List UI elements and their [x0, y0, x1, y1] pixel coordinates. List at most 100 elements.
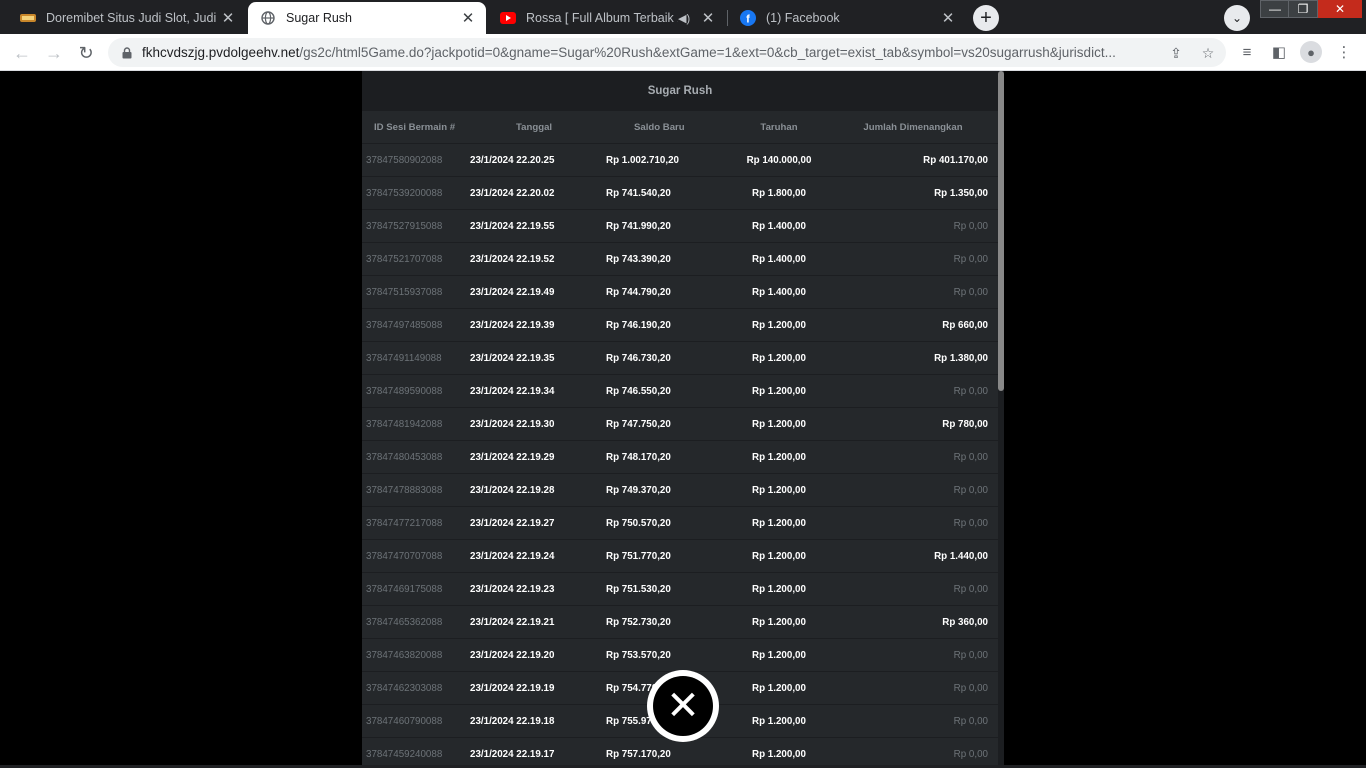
- table-row[interactable]: 37847480453088 23/1/2024 22.19.29 Rp 748.1…: [362, 441, 998, 474]
- table-row[interactable]: 37847491149088 23/1/2024 22.19.35 Rp 746.7…: [362, 342, 998, 375]
- restore-button[interactable]: ❐: [1288, 0, 1318, 18]
- new-balance-cell: Rp 746.190,20: [606, 319, 671, 331]
- session-id-cell: 37847491149088: [366, 352, 442, 364]
- table-row[interactable]: 37847521707088 23/1/2024 22.19.52 Rp 743.3…: [362, 243, 998, 276]
- win-amount-cell: Rp 1.350,00: [934, 187, 988, 199]
- table-row[interactable]: 37847489590088 23/1/2024 22.19.34 Rp 746.5…: [362, 375, 998, 408]
- scrollbar-thumb[interactable]: [998, 71, 1004, 391]
- session-id-cell: 37847477217088: [366, 517, 443, 529]
- lock-icon[interactable]: [120, 46, 134, 60]
- globe-icon: [260, 10, 276, 26]
- table-row[interactable]: 37847527915088 23/1/2024 22.19.55 Rp 741.9…: [362, 210, 998, 243]
- win-amount-cell: Rp 0,00: [953, 451, 988, 463]
- tab-title: Rossa [ Full Album Terbaik 20: [526, 11, 678, 25]
- table-row[interactable]: 37847465362088 23/1/2024 22.19.21 Rp 752.7…: [362, 606, 998, 639]
- menu-kebab-icon[interactable]: ⋮: [1334, 42, 1354, 62]
- tab-facebook[interactable]: f (1) Facebook ✕: [728, 2, 966, 34]
- profile-avatar[interactable]: ●: [1300, 41, 1322, 63]
- date-cell: 23/1/2024 22.19.21: [470, 616, 555, 628]
- forward-button[interactable]: →: [41, 40, 67, 66]
- session-id-cell: 37847480453088: [366, 451, 443, 463]
- table-row[interactable]: 37847497485088 23/1/2024 22.19.39 Rp 746.1…: [362, 309, 998, 342]
- new-balance-cell: Rp 749.370,20: [606, 484, 671, 496]
- bet-cell: Rp 1.200,00: [752, 319, 806, 331]
- new-balance-cell: Rp 748.170,20: [606, 451, 671, 463]
- date-cell: 23/1/2024 22.19.20: [470, 649, 555, 661]
- table-row[interactable]: 37847463820088 23/1/2024 22.19.20 Rp 753.5…: [362, 639, 998, 672]
- bet-cell: Rp 1.200,00: [752, 682, 806, 694]
- window-close-button[interactable]: ✕: [1318, 0, 1362, 18]
- address-bar[interactable]: fkhcvdszjg.pvdolgeehv.net/gs2c/html5Game…: [108, 38, 1226, 67]
- bookmark-star-icon[interactable]: ☆: [1199, 44, 1217, 62]
- tab-rossa-youtube[interactable]: Rossa [ Full Album Terbaik 20 ◀) ✕: [488, 2, 726, 34]
- new-balance-cell: Rp 741.540,20: [606, 187, 671, 199]
- table-row[interactable]: 37847459240088 23/1/2024 22.19.17 Rp 757.1…: [362, 738, 998, 768]
- new-balance-cell: Rp 752.730,20: [606, 616, 671, 628]
- table-row[interactable]: 37847580902088 23/1/2024 22.20.25 Rp 1.002…: [362, 144, 998, 177]
- bet-cell: Rp 1.200,00: [752, 484, 806, 496]
- new-balance-cell: Rp 746.730,20: [606, 352, 671, 364]
- win-amount-cell: Rp 0,00: [953, 220, 988, 232]
- table-header: ID Sesi Bermain # Tanggal Saldo Baru Tar…: [362, 111, 998, 144]
- minimize-button[interactable]: —: [1260, 0, 1290, 18]
- session-id-cell: 37847539200088: [366, 187, 443, 199]
- new-balance-cell: Rp 753.570,20: [606, 649, 671, 661]
- win-amount-cell: Rp 660,00: [942, 319, 988, 331]
- back-button[interactable]: ←: [9, 40, 35, 66]
- table-row[interactable]: 37847481942088 23/1/2024 22.19.30 Rp 747.7…: [362, 408, 998, 441]
- facebook-icon: f: [740, 10, 756, 26]
- reading-list-icon[interactable]: ≡: [1237, 42, 1257, 62]
- bet-cell: Rp 1.200,00: [752, 352, 806, 364]
- win-amount-cell: Rp 0,00: [953, 649, 988, 661]
- win-amount-cell: Rp 780,00: [942, 418, 988, 430]
- url-text[interactable]: fkhcvdszjg.pvdolgeehv.net/gs2c/html5Game…: [142, 45, 1157, 60]
- browser-toolbar: ← → ↻ fkhcvdszjg.pvdolgeehv.net/gs2c/htm…: [0, 34, 1366, 71]
- speaker-icon[interactable]: ◀): [678, 12, 692, 25]
- session-id-cell: 37847521707088: [366, 253, 443, 265]
- date-cell: 23/1/2024 22.19.30: [470, 418, 555, 430]
- bet-cell: Rp 1.200,00: [752, 748, 806, 760]
- close-icon[interactable]: ✕: [940, 10, 956, 27]
- table-row[interactable]: 37847515937088 23/1/2024 22.19.49 Rp 744.7…: [362, 276, 998, 309]
- table-row[interactable]: 37847478883088 23/1/2024 22.19.28 Rp 749.3…: [362, 474, 998, 507]
- tab-title: (1) Facebook: [766, 11, 840, 25]
- tab-search-button[interactable]: ⌄: [1224, 5, 1250, 31]
- close-icon[interactable]: ✕: [220, 10, 236, 27]
- session-id-cell: 37847462303088: [366, 682, 443, 694]
- doremibet-favicon: [20, 10, 36, 26]
- table-row[interactable]: 37847470707088 23/1/2024 22.19.24 Rp 751.7…: [362, 540, 998, 573]
- url-path: /gs2c/html5Game.do?jackpotid=0&gname=Sug…: [299, 45, 1116, 60]
- table-row[interactable]: 37847477217088 23/1/2024 22.19.27 Rp 750.5…: [362, 507, 998, 540]
- share-icon[interactable]: ⇪: [1167, 44, 1185, 62]
- date-cell: 23/1/2024 22.19.39: [470, 319, 555, 331]
- table-row[interactable]: 37847469175088 23/1/2024 22.19.23 Rp 751.5…: [362, 573, 998, 606]
- close-icon[interactable]: ✕: [700, 10, 716, 27]
- side-panel-icon[interactable]: ◧: [1269, 42, 1289, 62]
- bet-cell: Rp 1.200,00: [752, 550, 806, 562]
- date-cell: 23/1/2024 22.20.25: [470, 154, 555, 166]
- table-row[interactable]: 37847539200088 23/1/2024 22.20.02 Rp 741.5…: [362, 177, 998, 210]
- tab-sugar-rush[interactable]: Sugar Rush ✕: [248, 2, 486, 34]
- date-cell: 23/1/2024 22.19.29: [470, 451, 555, 463]
- new-balance-cell: Rp 746.550,20: [606, 385, 671, 397]
- col-header-date: Tanggal: [516, 121, 553, 133]
- new-tab-button[interactable]: +: [973, 5, 999, 31]
- new-balance-cell: Rp 751.530,20: [606, 583, 671, 595]
- date-cell: 23/1/2024 22.19.55: [470, 220, 555, 232]
- new-balance-cell: Rp 750.570,20: [606, 517, 671, 529]
- youtube-icon: [500, 10, 516, 26]
- tab-doremibet[interactable]: Doremibet Situs Judi Slot, Judi Bo ✕: [8, 2, 246, 34]
- close-icon[interactable]: ✕: [460, 10, 476, 27]
- date-cell: 23/1/2024 22.19.23: [470, 583, 555, 595]
- close-game-button[interactable]: ✕: [647, 670, 719, 742]
- reload-button[interactable]: ↻: [73, 40, 99, 66]
- win-amount-cell: Rp 0,00: [953, 682, 988, 694]
- session-id-cell: 37847489590088: [366, 385, 443, 397]
- bet-cell: Rp 1.800,00: [752, 187, 806, 199]
- session-id-cell: 37847459240088: [366, 748, 443, 760]
- tab-strip: Doremibet Situs Judi Slot, Judi Bo ✕ Sug…: [0, 0, 1366, 34]
- new-balance-cell: Rp 743.390,20: [606, 253, 671, 265]
- date-cell: 23/1/2024 22.19.18: [470, 715, 555, 727]
- bet-cell: Rp 1.200,00: [752, 583, 806, 595]
- col-header-win-amount: Jumlah Dimenangkan: [863, 121, 963, 133]
